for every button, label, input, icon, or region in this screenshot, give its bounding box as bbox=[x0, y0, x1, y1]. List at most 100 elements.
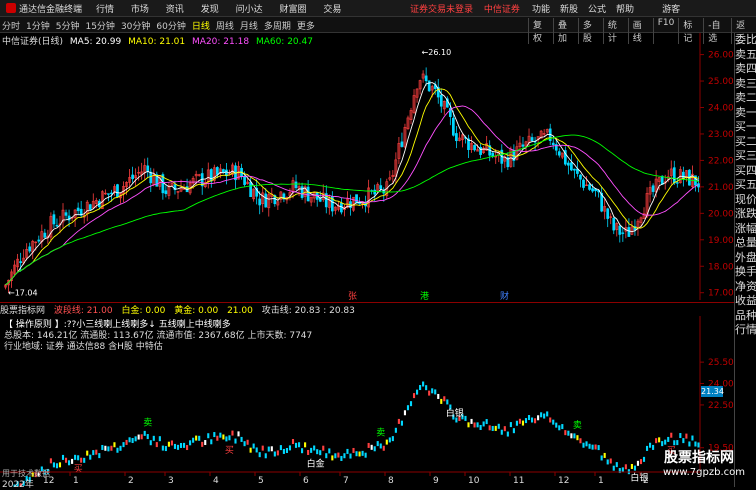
indicator-bar bbox=[125, 439, 128, 445]
candle-body bbox=[630, 226, 634, 235]
sidebar-item[interactable]: 行情 bbox=[735, 323, 756, 338]
sidebar-item[interactable]: 净资 bbox=[735, 280, 756, 295]
menu-item-trade[interactable]: 交易 bbox=[323, 5, 341, 15]
sidebar-item[interactable]: 换手 bbox=[735, 265, 756, 280]
tool-function[interactable]: 功能 bbox=[532, 2, 550, 15]
sidebar-item[interactable]: 买四 bbox=[735, 164, 756, 179]
candle-body bbox=[479, 147, 482, 155]
tool-formula[interactable]: 公式 bbox=[588, 2, 606, 15]
menu-item-discover[interactable]: 发现 bbox=[201, 5, 219, 15]
btn-mark[interactable]: 标记 bbox=[678, 18, 703, 44]
indicator-bar bbox=[370, 444, 373, 450]
menu-item-market[interactable]: 行情 bbox=[96, 5, 114, 15]
indicator-bar bbox=[582, 442, 585, 448]
indicator-bar bbox=[540, 412, 543, 418]
menu-item-news[interactable]: 资讯 bbox=[166, 5, 184, 15]
candle-body bbox=[318, 198, 322, 202]
tab-weekly[interactable]: 周线 bbox=[216, 19, 234, 32]
tab-5min[interactable]: 5分钟 bbox=[56, 19, 80, 32]
kline-chart[interactable]: ←26.10 ←17.04 张 港 财 26.00 25.00 24.00 23.00 22.0… bbox=[0, 0, 756, 487]
indicator-bar bbox=[213, 432, 216, 438]
y-tick-label: 19.00 bbox=[708, 236, 734, 246]
sidebar-item[interactable]: 委比 bbox=[735, 33, 756, 48]
sidebar-item[interactable]: 卖三 bbox=[735, 77, 756, 92]
candle-body bbox=[621, 232, 625, 234]
ma10-value: MA10: 21.01 bbox=[128, 37, 186, 47]
tool-help[interactable]: 帮助 bbox=[616, 2, 634, 15]
sidebar-item[interactable]: 涨幅 bbox=[735, 222, 756, 237]
broker-name[interactable]: 中信证券 bbox=[484, 5, 520, 15]
indicator-bar bbox=[155, 442, 158, 448]
btn-stats[interactable]: 统计 bbox=[602, 18, 628, 44]
event-marker: 财 bbox=[500, 290, 509, 302]
indicator-bar bbox=[328, 448, 331, 454]
indicator-bar bbox=[624, 464, 627, 470]
indicator-bar bbox=[92, 450, 95, 456]
candle-body bbox=[352, 196, 355, 211]
indicator-bar bbox=[64, 457, 68, 463]
sidebar-item[interactable]: 卖二 bbox=[735, 91, 756, 106]
sidebar-item[interactable]: 外盘 bbox=[735, 251, 756, 266]
menu-item-exchange[interactable]: 市场 bbox=[131, 5, 149, 15]
indicator-bar bbox=[633, 465, 636, 471]
menu-item-wealth[interactable]: 财富圈 bbox=[279, 5, 306, 15]
sidebar-item[interactable]: 卖五 bbox=[735, 48, 756, 63]
tab-monthly[interactable]: 月线 bbox=[240, 19, 258, 32]
candle-body bbox=[373, 189, 377, 195]
candle-body bbox=[167, 185, 171, 196]
candle-body bbox=[234, 165, 237, 181]
candle-body bbox=[588, 184, 591, 190]
candle-body bbox=[452, 117, 455, 136]
tab-daily[interactable]: 日线 bbox=[192, 19, 210, 32]
indicator-bar bbox=[549, 417, 552, 423]
candle-body bbox=[100, 191, 104, 209]
indicator-bar bbox=[639, 459, 643, 465]
sidebar-item[interactable]: 现价 bbox=[735, 193, 756, 208]
sidebar-item[interactable]: 卖一 bbox=[735, 106, 756, 121]
candle-body bbox=[333, 206, 337, 211]
candle-body bbox=[7, 279, 10, 286]
tab-multi-period[interactable]: 多周期 bbox=[264, 19, 291, 32]
tab-more[interactable]: 更多 bbox=[297, 19, 315, 32]
ma-line-ma20 bbox=[5, 105, 699, 286]
candle-body bbox=[34, 241, 38, 244]
sidebar-item[interactable]: 买二 bbox=[735, 135, 756, 150]
sidebar-item[interactable]: 涨跌 bbox=[735, 207, 756, 222]
btn-f10[interactable]: F10 bbox=[652, 18, 679, 44]
sidebar-item[interactable]: 买三 bbox=[735, 149, 756, 164]
menu-item-ask[interactable]: 问小达 bbox=[236, 5, 263, 15]
btn-overlay[interactable]: 叠加 bbox=[552, 18, 578, 44]
tab-1min[interactable]: 1分钟 bbox=[26, 19, 50, 32]
tab-15min[interactable]: 15分钟 bbox=[85, 19, 114, 32]
sidebar-item[interactable]: 品种 bbox=[735, 309, 756, 324]
indicator-title[interactable]: 股票指标网 bbox=[0, 306, 45, 316]
tool-new-stock[interactable]: 新股 bbox=[560, 2, 578, 15]
sidebar-item[interactable]: 买五 bbox=[735, 178, 756, 193]
indicator-bar bbox=[74, 454, 77, 460]
note-principle: 【 操作原则 】:??小三线喇上线喇多↓ 五线喇上中线喇多 bbox=[4, 320, 231, 330]
sidebar-item[interactable]: 总量 bbox=[735, 236, 756, 251]
candle-body bbox=[657, 177, 661, 182]
btn-remove-watch[interactable]: -自选 bbox=[703, 18, 731, 44]
indicator-bar bbox=[497, 423, 500, 429]
indicator-bar bbox=[467, 422, 470, 428]
btn-draw[interactable]: 画线 bbox=[627, 18, 653, 44]
tab-timeshare[interactable]: 分时 bbox=[2, 19, 20, 32]
btn-adjust[interactable]: 复权 bbox=[528, 18, 553, 44]
trade-not-logged-in[interactable]: 证券交易未登录 bbox=[410, 5, 473, 15]
candle-body bbox=[412, 95, 416, 113]
candle-body bbox=[524, 141, 528, 147]
btn-multi-stock[interactable]: 多股 bbox=[577, 18, 603, 44]
indicator-bar bbox=[494, 425, 497, 431]
candle-body bbox=[427, 80, 431, 92]
candle-body bbox=[273, 195, 277, 205]
guest-account[interactable]: 游客 bbox=[662, 2, 680, 15]
tab-30min[interactable]: 30分钟 bbox=[121, 19, 150, 32]
y-tick-label: 26.00 bbox=[708, 51, 734, 61]
tab-60min[interactable]: 60分钟 bbox=[156, 19, 185, 32]
candle-body bbox=[13, 264, 16, 275]
candle-body bbox=[19, 261, 23, 264]
sidebar-item[interactable]: 收益 bbox=[735, 294, 756, 309]
sidebar-item[interactable]: 买一 bbox=[735, 120, 756, 135]
sidebar-item[interactable]: 卖四 bbox=[735, 62, 756, 77]
